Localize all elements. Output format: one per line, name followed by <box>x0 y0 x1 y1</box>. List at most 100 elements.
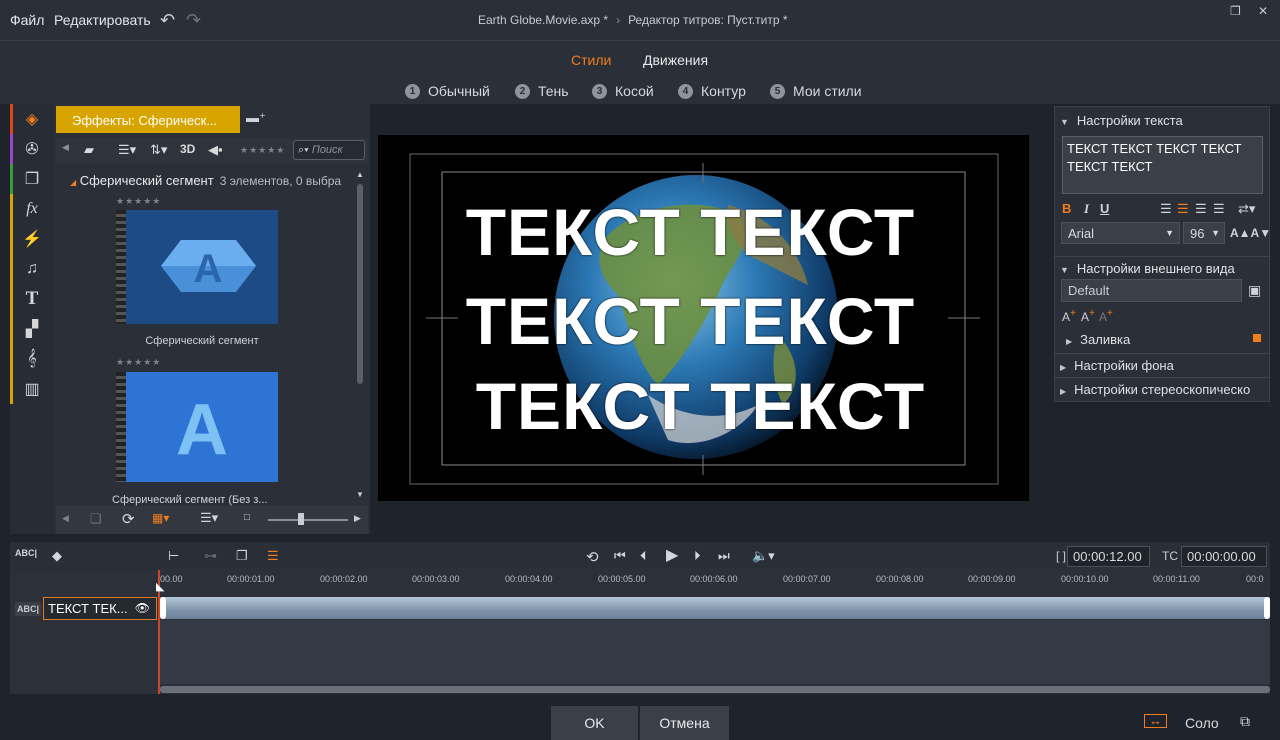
scroll-up-icon[interactable]: ▲ <box>356 170 364 179</box>
photos-icon[interactable]: ❐ <box>10 164 54 194</box>
appearance-preset-input[interactable]: Default <box>1061 279 1242 302</box>
list-view-icon[interactable]: ☰▾ <box>118 142 136 158</box>
bold-button[interactable]: B <box>1062 201 1071 216</box>
track-header[interactable]: ТЕКСТ ТЕК... 👁 <box>43 597 157 620</box>
group-header[interactable]: ◢ Сферический сегмент 3 элементов, 0 выбр… <box>70 173 341 188</box>
effects-tab[interactable]: Эффекты: Сферическ... <box>56 106 240 133</box>
fit-screen-icon[interactable]: ↔ <box>1144 714 1167 728</box>
title-clip[interactable] <box>160 597 1270 619</box>
effect-thumbnail-1[interactable]: A <box>116 210 278 324</box>
tab-styles[interactable]: Стили <box>571 52 611 68</box>
close-icon[interactable]: ✕ <box>1258 4 1268 18</box>
forward-icon[interactable]: ▶ <box>354 513 361 524</box>
rating-filter[interactable]: ★★★★★ <box>240 145 285 156</box>
fill-color-swatch[interactable] <box>1253 334 1261 342</box>
copy-icon[interactable]: ❏ <box>90 511 102 527</box>
restore-icon[interactable]: ❐ <box>1230 4 1241 18</box>
align-center-icon[interactable]: ☰ <box>1177 201 1189 217</box>
font-size-adjust-icon[interactable]: A▲A▼ <box>1230 226 1271 240</box>
save-icon[interactable]: ▣ <box>1248 282 1261 299</box>
subtab-oblique[interactable]: 3 Косой <box>592 83 654 99</box>
add-tab-icon[interactable]: ▬⁺ <box>246 110 266 126</box>
play-icon[interactable]: ▶ <box>666 545 678 565</box>
fx-icon[interactable]: fx <box>10 194 54 224</box>
subtab-outline[interactable]: 4 Контур <box>678 83 746 99</box>
effect-thumbnail-2[interactable]: A <box>116 372 278 482</box>
scrollbar-thumb[interactable] <box>357 184 363 384</box>
subtab-my-styles[interactable]: 5 Мои стили <box>770 83 862 99</box>
back-icon[interactable]: ◀ <box>62 513 69 524</box>
step-back-icon[interactable]: ⏴ <box>640 548 647 564</box>
menu-file[interactable]: Файл <box>10 12 44 28</box>
eye-icon[interactable]: 👁 <box>135 601 150 615</box>
3d-filter-button[interactable]: 3D <box>180 142 195 156</box>
small-size-icon[interactable]: □ <box>244 512 250 523</box>
go-to-start-icon[interactable]: ⏮ <box>614 548 626 564</box>
appearance-settings-header[interactable]: ▼ Настройки внешнего вида <box>1060 261 1235 276</box>
playhead-marker-icon[interactable]: ◣ <box>156 580 164 593</box>
music-note-icon[interactable]: ♫ <box>10 254 54 284</box>
search-input[interactable]: ⌕▾ Поиск <box>293 140 365 160</box>
add-outline-icon[interactable]: A+ <box>1081 308 1095 324</box>
clip-start-handle[interactable] <box>160 597 166 619</box>
piano-icon[interactable]: ▥ <box>10 374 54 404</box>
title-text-input[interactable]: ТЕКСТ ТЕКСТ ТЕКСТ ТЕКСТ ТЕКСТ ТЕКСТ <box>1062 136 1263 194</box>
add-shadow-icon[interactable]: A+ <box>1099 308 1113 324</box>
go-to-end-icon[interactable]: ⏭ <box>718 548 730 564</box>
text-direction-icon[interactable]: ⇄▾ <box>1238 201 1255 217</box>
film-reel-icon[interactable]: ✇ <box>10 134 54 164</box>
undo-icon[interactable]: ↶ <box>160 10 175 31</box>
subtab-normal[interactable]: 1 Обычный <box>405 83 490 99</box>
align-left-track-icon[interactable]: ⊢ <box>168 548 179 564</box>
text-settings-header[interactable]: ▼ Настройки текста <box>1060 113 1183 128</box>
loop-icon[interactable]: ⟲ <box>586 548 599 566</box>
sort-icon[interactable]: ⇅▾ <box>150 142 167 158</box>
text-track-icon[interactable]: ABC| <box>15 548 37 558</box>
timeline-tool-icon[interactable]: ☰ <box>267 548 279 564</box>
folder-icon[interactable]: ▰ <box>84 142 94 158</box>
timeline-track-area[interactable] <box>160 620 1270 684</box>
timecode-field[interactable]: 00:00:00.00 <box>1181 546 1267 567</box>
layers-icon[interactable]: ◈ <box>10 104 54 134</box>
background-settings-header[interactable]: ▶ Настройки фона <box>1060 358 1174 373</box>
lightning-icon[interactable]: ⚡ <box>10 224 54 254</box>
item-rating[interactable]: ★★★★★ <box>116 196 161 207</box>
sync-icon[interactable]: ⟳ <box>122 510 135 528</box>
tag-icon[interactable]: ◀▪ <box>208 142 223 158</box>
montage-icon[interactable]: ▞ <box>10 314 54 344</box>
grid-view-icon[interactable]: ▦▾ <box>152 511 169 525</box>
ok-button[interactable]: OK <box>551 706 638 740</box>
item-rating[interactable]: ★★★★★ <box>116 357 161 368</box>
step-forward-icon[interactable]: ⏵ <box>694 548 701 564</box>
timeline-scrollbar[interactable] <box>160 686 1270 693</box>
volume-icon[interactable]: 🔈▾ <box>752 548 775 564</box>
thumbnail-size-slider[interactable] <box>268 519 348 521</box>
clip-end-handle[interactable] <box>1264 597 1270 619</box>
redo-icon[interactable]: ↷ <box>186 10 201 31</box>
add-fill-icon[interactable]: A+ <box>1062 308 1076 324</box>
shapes-icon[interactable]: ◆ <box>52 548 62 564</box>
link-icon[interactable]: ⊶ <box>204 548 217 564</box>
stereo-settings-header[interactable]: ▶ Настройки стереоскопическо <box>1060 382 1269 397</box>
duration-field[interactable]: 00:00:12.00 <box>1067 546 1150 567</box>
title-icon[interactable]: T <box>10 284 54 314</box>
font-size-select[interactable]: 96 ▼ <box>1183 222 1225 244</box>
external-window-icon[interactable]: ⧉ <box>1240 713 1250 730</box>
italic-button[interactable]: I <box>1084 201 1089 217</box>
tab-motions[interactable]: Движения <box>643 52 708 68</box>
solo-label[interactable]: Соло <box>1185 715 1219 731</box>
justify-icon[interactable]: ☰ <box>1213 201 1225 217</box>
fill-layer[interactable]: ▶ Заливка <box>1066 332 1130 347</box>
group-icon[interactable]: ❐ <box>236 548 248 564</box>
font-select[interactable]: Arial ▼ <box>1061 222 1180 244</box>
scroll-down-icon[interactable]: ▼ <box>356 490 364 499</box>
treble-clef-icon[interactable]: 𝄞 <box>10 344 54 374</box>
align-left-icon[interactable]: ☰ <box>1160 201 1172 217</box>
cancel-button[interactable]: Отмена <box>640 706 729 740</box>
slider-handle[interactable] <box>298 513 304 525</box>
title-preview-canvas[interactable]: ТЕКСТ ТЕКСТ ТЕКСТ ТЕКСТ ТЕКСТ ТЕКСТ <box>378 135 1029 501</box>
back-arrow-icon[interactable]: ◀ <box>62 142 69 153</box>
subtab-shadow[interactable]: 2 Тень <box>515 83 569 99</box>
align-right-icon[interactable]: ☰ <box>1195 201 1207 217</box>
details-view-icon[interactable]: ☰▾ <box>200 510 218 526</box>
